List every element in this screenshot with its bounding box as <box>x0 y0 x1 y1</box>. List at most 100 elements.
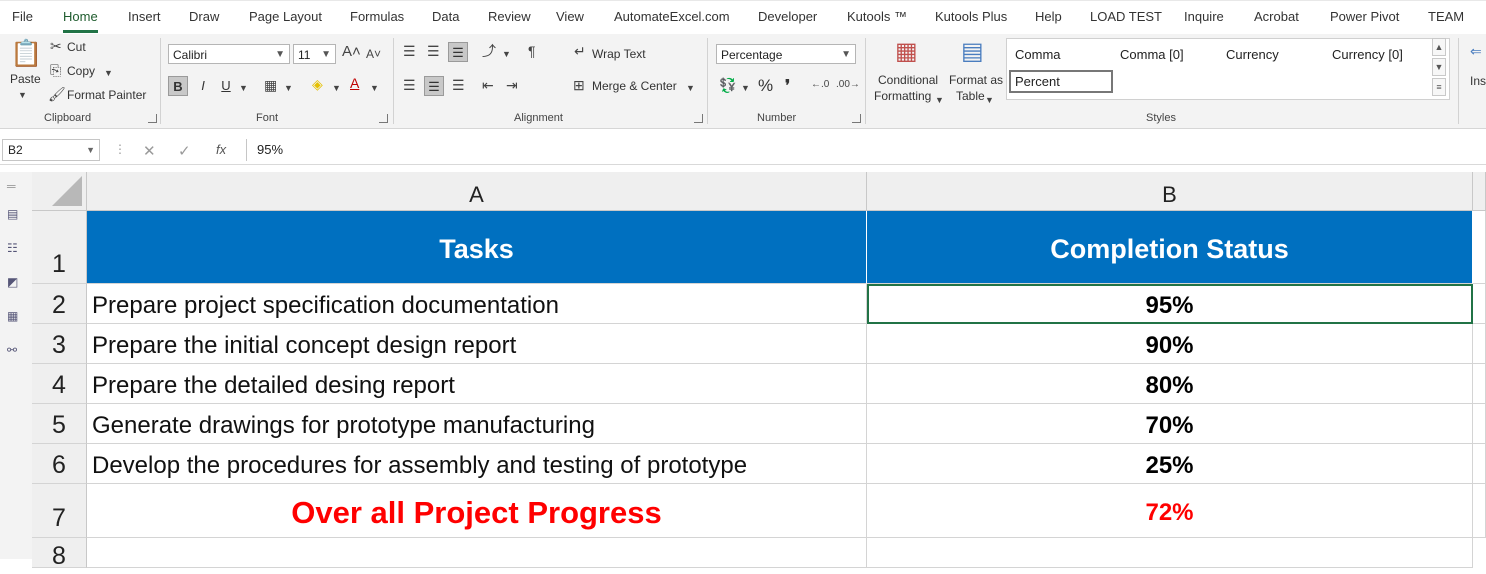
comma-style-button[interactable]: ❜ <box>785 76 790 96</box>
tab-file[interactable]: File <box>12 9 33 24</box>
row-header-3[interactable]: 3 <box>32 324 87 364</box>
column-header-c[interactable] <box>1473 172 1486 211</box>
status-cell[interactable]: 25% <box>867 444 1473 484</box>
insert-cells-button[interactable]: Ins <box>1470 74 1486 88</box>
merge-center-button[interactable]: Merge & Center <box>592 79 677 93</box>
paste-button[interactable]: Paste <box>10 72 41 86</box>
format-painter-button[interactable]: Format Painter <box>67 88 146 102</box>
align-bottom-icon[interactable]: ☰ <box>448 42 468 62</box>
font-name-select[interactable]: Calibri ▼ <box>168 44 290 64</box>
merge-center-icon[interactable]: ⊞ <box>573 78 585 92</box>
row-header-7[interactable]: 7 <box>32 484 87 538</box>
paste-icon[interactable]: 📋 <box>10 40 42 66</box>
number-launcher-icon[interactable] <box>852 114 861 123</box>
decrease-indent-icon[interactable]: ⇤ <box>482 78 494 92</box>
grow-font-icon[interactable]: A˄ <box>342 44 361 59</box>
row-header-5[interactable]: 5 <box>32 404 87 444</box>
tab-automateexcel[interactable]: AutomateExcel.com <box>614 9 730 24</box>
calendar-icon[interactable]: ▤ <box>7 208 23 220</box>
tab-kutools[interactable]: Kutools ™ <box>847 9 907 24</box>
name-box[interactable]: B2 ▼ <box>2 139 100 161</box>
font-color-icon[interactable]: A <box>350 76 359 90</box>
number-format-select[interactable]: Percentage ▼ <box>716 44 856 64</box>
task-cell[interactable]: Prepare the detailed desing report <box>87 364 867 404</box>
task-cell[interactable]: Prepare the initial concept design repor… <box>87 324 867 364</box>
tab-home[interactable]: Home <box>63 9 98 33</box>
tab-draw[interactable]: Draw <box>189 9 219 24</box>
enter-icon[interactable]: ✓ <box>178 142 191 160</box>
fill-color-icon[interactable]: ◈ <box>312 77 323 91</box>
borders-icon[interactable]: ▦ <box>264 78 277 92</box>
format-as-table-icon[interactable]: ▤ <box>961 40 984 64</box>
style-currency[interactable]: Currency <box>1226 47 1279 62</box>
conditional-formatting-label[interactable]: Formatting <box>874 89 931 103</box>
conditional-formatting-icon[interactable]: ▦ <box>895 40 918 64</box>
grid-cell[interactable] <box>1473 444 1486 484</box>
grid-cell[interactable] <box>87 538 867 568</box>
more-options-icon[interactable]: ⋮ <box>114 142 126 156</box>
grid-cell[interactable] <box>1473 404 1486 444</box>
task-cell[interactable]: Develop the procedures for assembly and … <box>87 444 867 484</box>
gallery-more-icon[interactable]: ≡ <box>1432 78 1446 96</box>
tab-kutools-plus[interactable]: Kutools Plus <box>935 9 1007 24</box>
cut-button[interactable]: Cut <box>67 40 86 54</box>
scissors-icon[interactable]: ✂ <box>50 39 62 53</box>
wrap-text-button[interactable]: Wrap Text <box>592 47 646 61</box>
copy-icon[interactable]: ⎘ <box>50 63 61 77</box>
task-cell[interactable]: Prepare project specification documentat… <box>87 284 867 324</box>
style-comma-0[interactable]: Comma [0] <box>1120 47 1184 62</box>
grid-cell[interactable] <box>1473 364 1486 404</box>
chevron-down-icon[interactable]: ▼ <box>370 81 379 95</box>
grid-cell[interactable] <box>1473 324 1486 364</box>
gallery-scroll-down-icon[interactable]: ▼ <box>1432 58 1446 76</box>
tab-load-test[interactable]: LOAD TEST <box>1090 9 1162 24</box>
row-header-2[interactable]: 2 <box>32 284 87 324</box>
increase-decimal-icon[interactable]: ←.0 <box>811 78 829 92</box>
bold-button[interactable]: B <box>168 76 188 96</box>
header-cell-tasks[interactable]: Tasks <box>87 211 867 284</box>
accounting-format-icon[interactable]: 💱 <box>719 78 736 92</box>
style-percent[interactable]: Percent <box>1009 70 1113 93</box>
status-cell[interactable]: 90% <box>867 324 1473 364</box>
row-header-6[interactable]: 6 <box>32 444 87 484</box>
grid-cell[interactable] <box>1473 484 1486 538</box>
row-header-8[interactable]: 8 <box>32 538 87 570</box>
tab-data[interactable]: Data <box>432 9 459 24</box>
row-header-4[interactable]: 4 <box>32 364 87 404</box>
tab-developer[interactable]: Developer <box>758 9 817 24</box>
conditional-formatting-button[interactable]: Conditional <box>878 73 938 87</box>
insert-function-button[interactable]: fx <box>216 142 226 157</box>
align-top-icon[interactable]: ☰ <box>403 44 416 58</box>
tab-formulas[interactable]: Formulas <box>350 9 404 24</box>
chevron-down-icon[interactable]: ▼ <box>985 93 994 107</box>
total-label-cell[interactable]: Over all Project Progress <box>87 484 867 538</box>
font-launcher-icon[interactable] <box>379 114 388 123</box>
font-size-select[interactable]: 11 ▼ <box>293 44 336 64</box>
gallery-scroll-up-icon[interactable]: ▲ <box>1432 38 1446 56</box>
percent-style-button[interactable]: % <box>758 76 773 96</box>
chevron-down-icon[interactable]: ▼ <box>686 81 695 95</box>
grid-cell[interactable] <box>1473 211 1486 284</box>
tab-power-pivot[interactable]: Power Pivot <box>1330 9 1399 24</box>
column-header-a[interactable]: A <box>87 172 867 211</box>
align-left-icon[interactable]: ☰ <box>403 78 416 92</box>
table-icon[interactable]: ▦ <box>7 310 23 322</box>
tab-review[interactable]: Review <box>488 9 531 24</box>
format-as-table-button[interactable]: Format as <box>949 73 1003 87</box>
drag-handle-icon[interactable]: ═ <box>7 180 23 192</box>
chevron-down-icon[interactable]: ▼ <box>332 81 341 95</box>
underline-button[interactable]: U <box>216 76 236 96</box>
copy-button[interactable]: Copy <box>67 64 95 78</box>
select-all-button[interactable] <box>32 172 87 211</box>
tab-help[interactable]: Help <box>1035 9 1062 24</box>
chevron-down-icon[interactable]: ▼ <box>18 88 27 102</box>
tab-page-layout[interactable]: Page Layout <box>249 9 322 24</box>
list-icon[interactable]: ☷ <box>7 242 23 254</box>
chevron-down-icon[interactable]: ▼ <box>104 66 113 80</box>
header-cell-status[interactable]: Completion Status <box>867 211 1473 284</box>
insert-cells-icon[interactable]: ⇐ <box>1470 44 1482 58</box>
align-center-icon[interactable]: ☰ <box>424 76 444 96</box>
column-header-b[interactable]: B <box>867 172 1473 211</box>
decrease-decimal-icon[interactable]: .00→ <box>836 78 860 92</box>
tab-inquire[interactable]: Inquire <box>1184 9 1224 24</box>
